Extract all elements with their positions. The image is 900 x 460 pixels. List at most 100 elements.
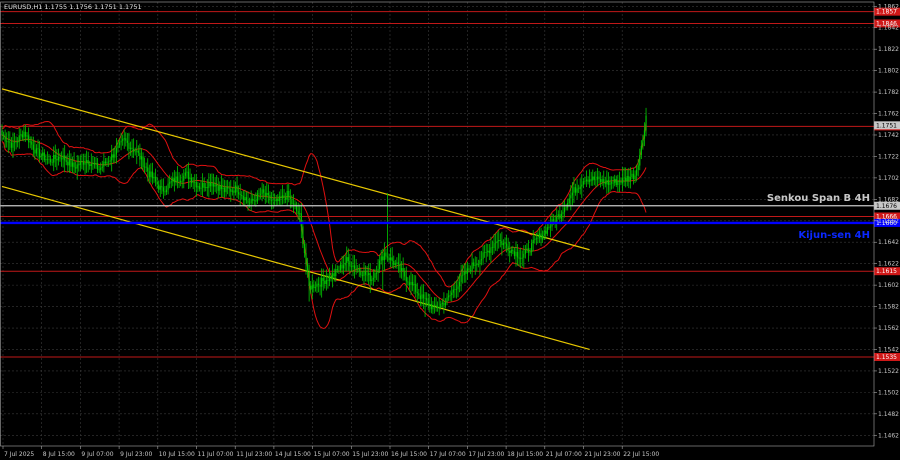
candle-body: [131, 147, 133, 149]
candle-body: [181, 180, 183, 182]
candle-body: [13, 142, 16, 144]
candle-body: [542, 235, 544, 240]
candle-body: [250, 198, 252, 204]
candle-body: [173, 178, 175, 183]
candle-body: [604, 181, 606, 185]
candle-body: [615, 178, 617, 186]
candle-body: [455, 289, 458, 290]
candle-body: [154, 176, 157, 182]
candle-body: [82, 161, 85, 165]
candle-body: [419, 295, 421, 299]
candle-body: [272, 200, 274, 202]
candle-body: [239, 194, 241, 196]
y-tick-label: 1.1802: [878, 68, 899, 75]
x-tick-label: 9 Jul 07:00: [81, 451, 113, 458]
candle-body: [339, 264, 342, 271]
candle-body: [46, 159, 49, 160]
candle-body: [529, 252, 531, 253]
candle-body: [518, 257, 520, 259]
candle-body: [496, 241, 498, 243]
x-tick-label: 14 Jul 15:00: [275, 451, 311, 458]
candle-body: [200, 187, 202, 189]
candle-body: [42, 152, 44, 156]
candle-body: [29, 141, 31, 143]
candle-body: [222, 187, 224, 190]
candle-body: [37, 148, 39, 150]
candle-body: [133, 148, 135, 152]
candle-body: [67, 161, 69, 166]
candle-body: [205, 187, 207, 188]
candle-body: [223, 187, 226, 193]
candle-body: [537, 238, 539, 239]
candle-body: [289, 197, 291, 200]
candle-body: [51, 162, 53, 163]
candle-body: [449, 295, 451, 296]
candle-body: [330, 275, 332, 279]
candle-body: [595, 179, 597, 181]
candle-body: [140, 156, 143, 160]
candle-body: [424, 298, 426, 299]
candle-body: [297, 211, 299, 215]
candle-body: [568, 198, 570, 204]
candle-body: [211, 183, 213, 187]
candle-body: [139, 152, 141, 160]
candle-body: [570, 195, 572, 199]
candle-body: [31, 141, 33, 145]
candle-body: [516, 251, 519, 258]
candle-body: [614, 178, 616, 183]
candle-body: [264, 192, 266, 196]
candle-body: [134, 151, 136, 153]
candle-body: [599, 178, 602, 183]
candle-body: [86, 160, 88, 163]
candle-body: [89, 164, 91, 166]
x-tick-label: 7 Jul 2025: [4, 451, 34, 458]
candle-body: [244, 197, 246, 201]
candle-body: [114, 154, 116, 158]
candle-body: [545, 230, 547, 234]
y-tick-label: 1.1542: [878, 346, 899, 353]
candle-body: [617, 181, 619, 186]
candle-body: [460, 275, 462, 282]
candle-body: [357, 268, 359, 270]
senkou-price-label: 1.1676: [876, 203, 897, 210]
candle-body: [112, 154, 114, 158]
candle-body: [352, 265, 354, 267]
candle-body: [623, 177, 625, 179]
candle-body: [62, 155, 64, 160]
candle-body: [137, 150, 139, 153]
candle-body: [372, 277, 374, 280]
candle-body: [379, 260, 381, 270]
candle-body: [388, 257, 390, 261]
candle-body: [299, 213, 301, 215]
candle-body: [65, 160, 67, 162]
candle-body: [355, 268, 357, 270]
candle-body: [422, 294, 425, 299]
candle-body: [344, 262, 346, 266]
y-tick-label: 1.1862: [878, 3, 899, 10]
x-tick-label: 15 Jul 23:00: [352, 451, 388, 458]
candle-body: [122, 139, 124, 141]
candle-body: [364, 271, 367, 275]
candle-body: [527, 248, 530, 253]
candle-body: [71, 162, 74, 167]
y-tick-label: 1.1662: [878, 218, 899, 225]
candle-body: [164, 191, 166, 193]
candle-body: [631, 173, 633, 178]
candle-body: [101, 166, 103, 168]
candle-body: [610, 182, 613, 184]
candle-body: [48, 159, 50, 160]
x-tick-label: 16 Jul 15:00: [391, 451, 427, 458]
candle-body: [396, 262, 398, 264]
candle-body: [158, 184, 160, 190]
candle-body: [278, 196, 280, 202]
candle-body: [397, 262, 400, 264]
candle-body: [375, 273, 378, 274]
x-tick-label: 17 Jul 07:00: [430, 451, 466, 458]
candle-body: [118, 142, 121, 146]
candle-body: [95, 162, 97, 165]
y-tick-label: 1.1602: [878, 282, 899, 289]
candle-body: [485, 252, 487, 253]
candle-body: [183, 175, 185, 181]
candle-body: [548, 227, 550, 228]
candle-body: [145, 166, 147, 168]
